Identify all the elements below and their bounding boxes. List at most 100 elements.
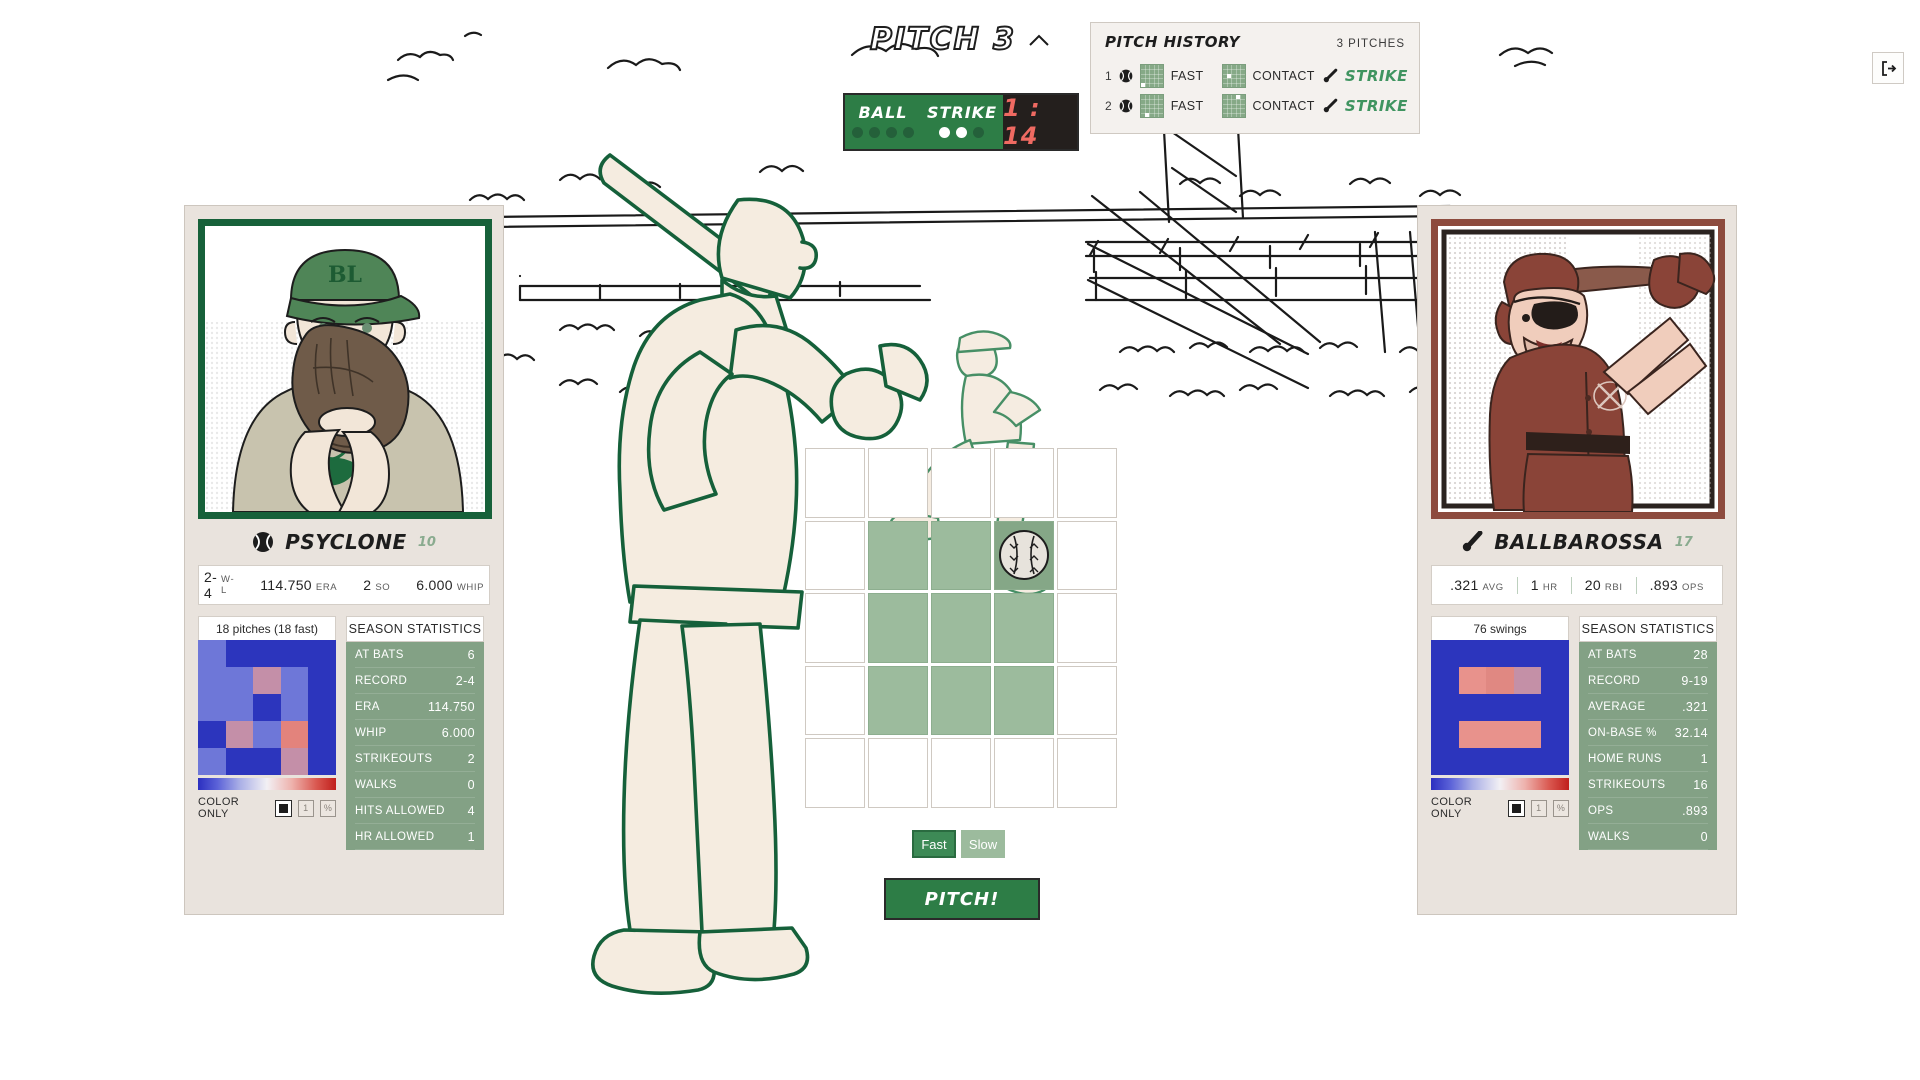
ball-count: BALL bbox=[845, 95, 921, 149]
strike-zone-cell[interactable] bbox=[1057, 593, 1117, 663]
toggle-count[interactable]: 1 bbox=[297, 799, 314, 817]
pitcher-heatmap-cell bbox=[280, 667, 309, 694]
strike-zone-cell[interactable] bbox=[931, 448, 991, 518]
batter-panels: 76 swings COLOR ONLY 1 % SEASON STATISTI… bbox=[1431, 616, 1723, 850]
stat-value: 32.14 bbox=[1674, 725, 1708, 740]
stat-value: .321 bbox=[1450, 577, 1479, 593]
strike-dot bbox=[939, 127, 951, 138]
pitcher-quick-stat: 2 SO bbox=[350, 577, 403, 593]
pitcher-quick-stat: 114.750 ERA bbox=[247, 577, 350, 593]
strike-zone-cell[interactable] bbox=[931, 520, 991, 591]
strike-zone-cell[interactable] bbox=[994, 738, 1054, 808]
pitcher-heatmap-panel: 18 pitches (18 fast) COLOR ONLY 1 % bbox=[198, 616, 337, 850]
strike-zone-cell[interactable] bbox=[805, 448, 865, 518]
stat-value: 1 bbox=[1700, 751, 1708, 766]
strike-zone-cell[interactable] bbox=[868, 593, 928, 663]
pitcher-heatmap-cell bbox=[308, 721, 336, 748]
batter-heatmap-cell bbox=[1431, 748, 1459, 775]
strike-zone-cell[interactable] bbox=[1057, 665, 1117, 736]
strike-zone-cell[interactable] bbox=[1057, 738, 1117, 808]
stat-value: 9-19 bbox=[1681, 673, 1708, 688]
game-screen: PITCH 3 BALL STRIKE 1 : 14 PITCH HISTORY… bbox=[0, 0, 1920, 1080]
bat-icon bbox=[1323, 98, 1338, 113]
strike-zone-cell[interactable] bbox=[805, 665, 865, 736]
stat-label: OPS bbox=[1588, 804, 1614, 817]
strike-zone-cell[interactable] bbox=[994, 520, 1054, 591]
exit-icon bbox=[1881, 60, 1896, 76]
grid-line bbox=[1140, 69, 1163, 71]
stat-value: 6.000 bbox=[416, 577, 453, 593]
stat-label: HITS ALLOWED bbox=[355, 804, 445, 817]
grid-marker bbox=[1140, 82, 1146, 87]
pitcher-heatmap-grid bbox=[198, 640, 336, 775]
strike-zone-cell[interactable] bbox=[931, 738, 991, 808]
batter-heatmap-cell bbox=[1486, 694, 1514, 721]
pitcher-heatmap-cell bbox=[253, 667, 281, 694]
pitcher-name-row: PSYCLONE 10 bbox=[198, 519, 490, 565]
stat-value: 1 bbox=[467, 829, 475, 844]
batter-heatmap-cell bbox=[1431, 721, 1459, 748]
batter-name: BALLBAROSSA bbox=[1494, 530, 1664, 554]
stat-value: 2 bbox=[467, 751, 475, 766]
swing-type: CONTACT bbox=[1252, 99, 1315, 113]
strike-zone-cell[interactable] bbox=[931, 593, 991, 663]
strike-zone-cell[interactable] bbox=[805, 593, 865, 663]
svg-text:BL: BL bbox=[328, 262, 362, 288]
batter-heatmap-cell bbox=[1431, 667, 1459, 694]
strike-zone-cell[interactable] bbox=[1057, 448, 1117, 518]
chevron-up-icon[interactable] bbox=[1028, 33, 1050, 47]
batter-season-row: STRIKEOUTS 16 bbox=[1588, 772, 1708, 798]
batter-name-row: BALLBAROSSA 17 bbox=[1431, 519, 1723, 565]
pitcher-color-scale bbox=[198, 778, 336, 790]
batter-heatmap-cell bbox=[1458, 694, 1487, 721]
stat-key: W-L bbox=[221, 574, 235, 596]
pitcher-heatmap-cell bbox=[253, 748, 281, 775]
toggle-color-only[interactable] bbox=[1508, 799, 1525, 817]
strike-zone-cell[interactable] bbox=[1057, 520, 1117, 591]
strike-zone-cell[interactable] bbox=[931, 665, 991, 736]
batter-heatmap-cell bbox=[1486, 748, 1514, 775]
strike-zone-cell[interactable] bbox=[805, 520, 865, 591]
strike-zone-cell[interactable] bbox=[994, 448, 1054, 518]
strike-zone-cell[interactable] bbox=[805, 738, 865, 808]
toggle-percent[interactable]: % bbox=[319, 799, 337, 817]
pitcher-legend-label: COLOR ONLY bbox=[198, 796, 240, 820]
timer-value: 1 : 14 bbox=[1003, 94, 1041, 150]
grid-line bbox=[1222, 82, 1245, 84]
strike-zone-cell[interactable] bbox=[994, 665, 1054, 736]
toggle-count[interactable]: 1 bbox=[1530, 799, 1547, 817]
pitcher-season-row: ERA 114.750 bbox=[355, 694, 475, 720]
strike-zone-cell[interactable] bbox=[868, 665, 928, 736]
pitcher-heatmap-cell bbox=[253, 640, 281, 667]
batter-heatmap-cell bbox=[1486, 721, 1514, 748]
pitch-history-header: PITCH HISTORY 3 PITCHES bbox=[1105, 33, 1405, 51]
batter-heatmap-cell bbox=[1486, 667, 1514, 694]
speed-button-fast[interactable]: Fast bbox=[912, 830, 956, 858]
strike-zone-cell[interactable] bbox=[868, 448, 928, 518]
batter-heatmap-title: 76 swings bbox=[1431, 616, 1569, 640]
stat-value: 6 bbox=[467, 647, 475, 662]
pitcher-heatmap-cell bbox=[280, 721, 309, 748]
stat-label: AVERAGE bbox=[1588, 700, 1646, 713]
grid-line bbox=[1222, 112, 1245, 114]
strike-zone-grid[interactable] bbox=[805, 448, 1117, 808]
exit-button[interactable] bbox=[1872, 52, 1904, 84]
strike-zone-cell[interactable] bbox=[868, 520, 928, 591]
batter-season-row: AT BATS 28 bbox=[1588, 642, 1708, 668]
ball-dots bbox=[851, 127, 914, 138]
pitcher-panels: 18 pitches (18 fast) COLOR ONLY 1 % SEAS… bbox=[198, 616, 490, 850]
stat-label: WALKS bbox=[355, 778, 397, 791]
ball-dot bbox=[851, 127, 863, 138]
stat-value: 1 bbox=[1530, 577, 1539, 593]
toggle-percent[interactable]: % bbox=[1552, 799, 1570, 817]
toggle-color-only[interactable] bbox=[275, 799, 292, 817]
batter-quick-stats: .321 AVG 1 HR 20 RBI .893 OPS bbox=[1431, 565, 1723, 605]
batter-color-scale bbox=[1431, 778, 1569, 790]
speed-button-slow[interactable]: Slow bbox=[961, 830, 1005, 858]
grid-marker bbox=[1226, 73, 1232, 79]
pitch-button[interactable]: PITCH! bbox=[884, 878, 1040, 920]
strike-zone-cell[interactable] bbox=[994, 593, 1054, 663]
strike-zone-cell[interactable] bbox=[868, 738, 928, 808]
batter-quick-stat: 1 HR bbox=[1518, 577, 1571, 593]
swing-location-grid bbox=[1221, 94, 1246, 118]
